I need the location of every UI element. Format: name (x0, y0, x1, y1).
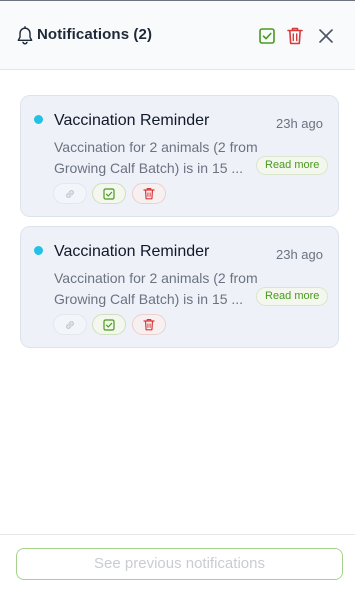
bell-icon (17, 26, 33, 45)
notification-card[interactable]: Vaccination Reminder 23h ago Vaccination… (20, 95, 339, 217)
delete-button[interactable] (132, 183, 166, 204)
notification-title: Vaccination Reminder (54, 112, 210, 129)
delete-all-icon[interactable] (286, 26, 304, 46)
link-icon (66, 320, 74, 329)
see-previous-notifications-button[interactable]: See previous notifications (16, 548, 343, 580)
read-more-button[interactable]: Read more (256, 287, 329, 306)
panel-header: Notifications (2) (0, 1, 355, 70)
delete-button[interactable] (132, 314, 166, 335)
panel-footer: See previous notifications (0, 534, 355, 589)
open-link-button[interactable] (53, 314, 87, 335)
check-square-icon (103, 187, 115, 200)
mark-read-button[interactable] (92, 183, 126, 204)
link-icon (66, 189, 74, 198)
panel-title: Notifications (2) (37, 26, 153, 43)
close-icon[interactable] (317, 27, 335, 45)
notification-body: Vaccination for 2 animals (2 from Growin… (54, 137, 258, 179)
trash-icon (143, 319, 155, 331)
notification-time: 23h ago (276, 116, 323, 131)
notification-body-line: Growing Calf Batch) is in 15 ... (54, 291, 244, 307)
mark-all-read-icon[interactable] (258, 27, 276, 45)
unread-dot (34, 246, 43, 255)
notification-body: Vaccination for 2 animals (2 from Growin… (54, 268, 258, 310)
mark-read-button[interactable] (92, 314, 126, 335)
unread-dot (34, 115, 43, 124)
notification-body-line: Vaccination for 2 animals (2 from (54, 139, 258, 155)
notification-body-line: Vaccination for 2 animals (2 from (54, 270, 258, 286)
trash-icon (143, 188, 155, 200)
notification-time: 23h ago (276, 247, 323, 262)
notification-card[interactable]: Vaccination Reminder 23h ago Vaccination… (20, 226, 339, 348)
notification-title: Vaccination Reminder (54, 243, 210, 260)
notifications-panel: Notifications (2) Vaccination Reminder 2… (0, 0, 355, 589)
read-more-button[interactable]: Read more (256, 156, 329, 175)
open-link-button[interactable] (53, 183, 87, 204)
check-square-icon (103, 318, 115, 331)
notification-body-line: Growing Calf Batch) is in 15 ... (54, 160, 244, 176)
